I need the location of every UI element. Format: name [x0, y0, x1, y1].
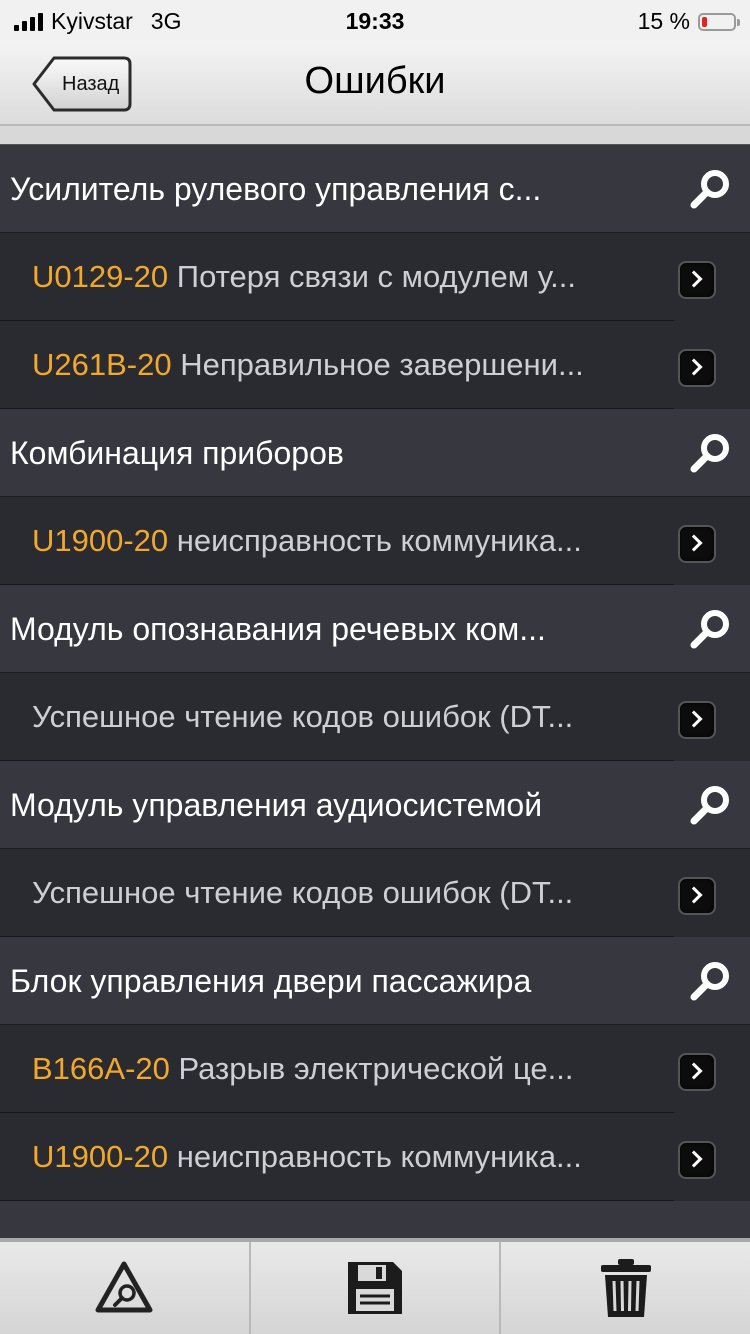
group-title: Усилитель рулевого управления с...: [10, 171, 542, 207]
error-code: U0129-20: [32, 259, 169, 294]
chevron-right-icon[interactable]: [678, 701, 716, 739]
chevron-right-icon[interactable]: [678, 1141, 716, 1179]
bottom-toolbar: [0, 1238, 750, 1334]
search-icon[interactable]: [688, 607, 732, 651]
error-description: Потеря связи с модулем у...: [176, 259, 576, 294]
navigation-bar: Назад Ошибки: [0, 40, 750, 126]
group-header-partial: [0, 1201, 750, 1238]
error-description: Неправильное завершени...: [180, 347, 584, 382]
list-item[interactable]: Успешное чтение кодов ошибок (DT...: [0, 673, 750, 761]
list-item[interactable]: B166A-20 Разрыв электрической це...: [0, 1025, 750, 1113]
error-code: U261B-20: [32, 347, 172, 382]
save-icon: [348, 1262, 402, 1314]
error-code: B166A-20: [32, 1051, 170, 1086]
search-icon[interactable]: [688, 167, 732, 211]
status-message: Успешное чтение кодов ошибок (DT...: [32, 699, 574, 734]
group-header: Модуль опознавания речевых ком...: [0, 585, 750, 673]
chevron-right-icon[interactable]: [678, 877, 716, 915]
list-item[interactable]: Успешное чтение кодов ошибок (DT...: [0, 849, 750, 937]
error-description: неисправность коммуника...: [176, 523, 582, 558]
group-header: Комбинация приборов: [0, 409, 750, 497]
errors-list[interactable]: Усилитель рулевого управления с... U0129…: [0, 126, 750, 1238]
error-code: U1900-20: [32, 523, 169, 558]
battery-percent: 15 %: [637, 8, 690, 34]
chevron-right-icon[interactable]: [678, 261, 716, 299]
group-title: Модуль опознавания речевых ком...: [10, 611, 546, 647]
status-bar: Kyivstar 3G 19:33 15 %: [0, 0, 750, 40]
delete-button[interactable]: [501, 1242, 750, 1334]
error-description: Разрыв электрической це...: [178, 1051, 574, 1086]
group-title: Блок управления двери пассажира: [10, 963, 532, 999]
list-item[interactable]: U1900-20 неисправность коммуника...: [0, 497, 750, 585]
page-title: Ошибки: [304, 60, 446, 102]
error-code: U1900-20: [32, 1139, 169, 1174]
chevron-right-icon[interactable]: [678, 349, 716, 387]
group-header: Модуль управления аудиосистемой: [0, 761, 750, 849]
search-icon[interactable]: [688, 783, 732, 827]
save-button[interactable]: [251, 1242, 502, 1334]
list-top-divider: [0, 126, 750, 145]
chevron-right-icon[interactable]: [678, 525, 716, 563]
group-header: Усилитель рулевого управления с...: [0, 145, 750, 233]
error-description: неисправность коммуника...: [176, 1139, 582, 1174]
search-icon[interactable]: [688, 431, 732, 475]
trash-icon: [600, 1259, 651, 1317]
group-title: Комбинация приборов: [10, 435, 344, 471]
group-title: Модуль управления аудиосистемой: [10, 787, 543, 823]
battery-icon: [698, 12, 740, 31]
list-item[interactable]: U0129-20 Потеря связи с модулем у...: [0, 233, 750, 321]
warning-search-icon: [95, 1261, 153, 1313]
chevron-right-icon[interactable]: [678, 1053, 716, 1091]
status-message: Успешное чтение кодов ошибок (DT...: [32, 875, 574, 910]
search-icon[interactable]: [688, 959, 732, 1003]
list-item[interactable]: U261B-20 Неправильное завершени...: [0, 321, 750, 409]
group-header: Блок управления двери пассажира: [0, 937, 750, 1025]
diagnose-button[interactable]: [0, 1242, 251, 1334]
list-item[interactable]: U1900-20 неисправность коммуника...: [0, 1113, 750, 1201]
